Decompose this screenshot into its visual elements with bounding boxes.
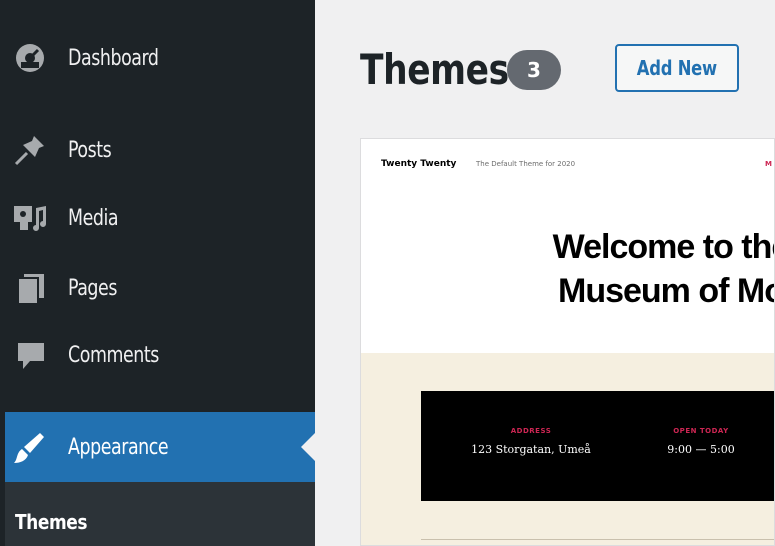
page-title: Themes <box>360 45 509 94</box>
media-icon <box>10 198 50 238</box>
sidebar-item-label: Comments <box>68 342 159 368</box>
preview-site-tagline: The Default Theme for 2020 <box>476 160 576 168</box>
hero-line-1: Welcome to the <box>552 228 775 266</box>
sidebar-item-posts[interactable]: Posts <box>0 120 315 180</box>
sidebar-item-media[interactable]: Media <box>0 188 315 248</box>
pin-icon <box>10 130 50 170</box>
preview-hero-title: Welcome to the Museum of Mo <box>461 225 775 313</box>
sidebar-item-label: Posts <box>68 137 112 163</box>
sidebar-item-label: Dashboard <box>68 45 159 71</box>
hours-value: 9:00 — 5:00 <box>667 443 735 456</box>
sidebar-item-dashboard[interactable]: Dashboard <box>0 28 315 88</box>
sidebar-item-comments[interactable]: Comments <box>0 325 315 385</box>
preview-site-title: Twenty Twenty <box>381 159 457 169</box>
admin-sidebar: Dashboard Posts Media Pages Comments App… <box>0 0 315 546</box>
info-address: ADDRESS 123 Storgatan, Umeå <box>461 427 601 456</box>
appearance-submenu: Themes <box>5 482 315 546</box>
address-value: 123 Storgatan, Umeå <box>471 443 591 456</box>
add-new-theme-button[interactable]: Add New <box>615 44 739 92</box>
preview-divider <box>421 539 774 540</box>
theme-preview-body: ADDRESS 123 Storgatan, Umeå OPEN TODAY 9… <box>361 353 774 545</box>
paintbrush-icon <box>10 427 50 467</box>
sidebar-item-appearance[interactable]: Appearance <box>5 412 315 482</box>
theme-preview-header: Twenty Twenty The Default Theme for 2020… <box>361 139 775 353</box>
sidebar-item-pages[interactable]: Pages <box>0 258 315 318</box>
sidebar-item-label: Media <box>68 205 119 231</box>
comment-icon <box>10 335 50 375</box>
preview-info-box: ADDRESS 123 Storgatan, Umeå OPEN TODAY 9… <box>421 391 774 501</box>
sidebar-item-label: Pages <box>68 275 117 301</box>
info-hours: OPEN TODAY 9:00 — 5:00 <box>646 427 756 456</box>
add-new-label: Add New <box>636 56 718 80</box>
preview-menu-text: M <box>765 160 772 168</box>
submenu-item-themes[interactable]: Themes <box>15 510 87 534</box>
hero-line-2: Museum of Mo <box>558 272 775 310</box>
theme-card-twenty-twenty[interactable]: Twenty Twenty The Default Theme for 2020… <box>360 138 775 546</box>
hours-label: OPEN TODAY <box>673 427 729 435</box>
pages-icon <box>10 268 50 308</box>
address-label: ADDRESS <box>510 427 552 435</box>
active-indicator-arrow <box>301 433 315 461</box>
sidebar-item-label: Appearance <box>68 434 169 460</box>
dashboard-icon <box>10 38 50 78</box>
theme-count-badge: 3 <box>507 50 561 90</box>
